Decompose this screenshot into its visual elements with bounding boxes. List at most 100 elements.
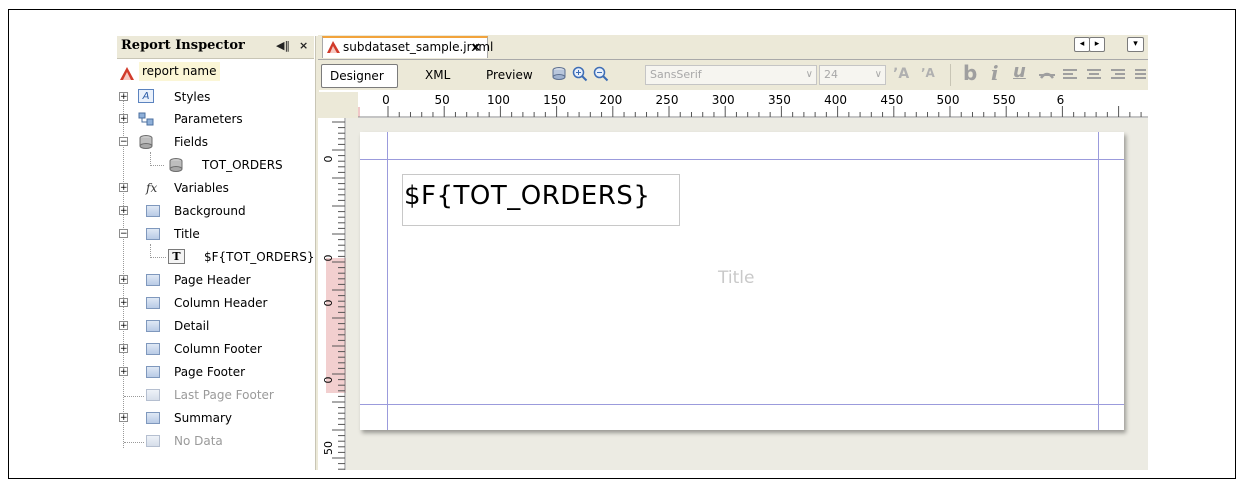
tree-item-label: Variables [174,181,229,195]
ruler-tick-label: 150 [543,93,566,107]
align-left-icon[interactable] [1062,69,1078,81]
tree-item-label: Page Header [174,273,251,287]
ruler-tick-label: 100 [487,93,510,107]
tree-connector [150,244,151,258]
expand-icon[interactable]: + [119,321,128,331]
report-icon [120,67,134,80]
ruler-tick-label: 200 [599,93,622,107]
tab-xml[interactable]: XML [417,64,458,88]
close-tab-button[interactable]: × [471,40,481,54]
collapse-icon[interactable]: − [119,229,128,239]
tree-item-label: Column Footer [174,342,262,356]
font-size-value: 24 [824,68,838,81]
band-icon [146,320,160,332]
font-size-select[interactable]: 24 ∨ [819,65,886,85]
decrease-font-size-icon[interactable]: ʼA [921,66,935,80]
function-icon: fx [146,181,158,195]
ruler-tick-label: 0 [322,377,335,384]
strikethrough-icon[interactable] [1038,68,1056,82]
database-toolbar-icon[interactable] [551,66,567,82]
ruler-tick-label: 6 [1057,93,1065,107]
expand-icon[interactable]: + [119,183,128,193]
ruler-tick-label: 550 [993,93,1016,107]
font-name-select[interactable]: SansSerif ∨ [645,65,817,85]
tree-item-label: Title [174,227,200,241]
tree-connector [150,152,151,166]
tree-item-label: Styles [174,90,211,104]
tree-item-label: Summary [174,411,232,425]
band-name-label: Title [718,268,755,288]
band-icon [146,366,160,378]
tree-item-label: No Data [174,434,223,448]
ruler-tick-label: 250 [656,93,679,107]
expand-icon[interactable]: + [119,114,128,124]
ruler-tick-label: 0 [322,156,335,163]
band-icon [146,412,160,424]
increase-font-size-icon[interactable]: ʼA [893,66,909,82]
ruler-tick-label: 350 [768,93,791,107]
tree-item-label: Last Page Footer [174,388,274,402]
inspector-title: Report Inspector [121,38,245,53]
zoom-out-icon[interactable] [593,66,609,82]
band-icon [146,389,160,401]
tree-item-label: Parameters [174,112,243,126]
ruler-tick-label: 400 [824,93,847,107]
close-panel-button[interactable]: × [299,39,308,52]
scroll-tabs-right-icon[interactable]: ▸ [1089,37,1105,52]
text-field-icon: T [168,249,185,264]
tree-connector [150,165,164,166]
ruler-corner [318,92,358,118]
tree-item-label: Detail [174,319,210,333]
ruler-tick-label: 0 [322,255,335,262]
expand-icon[interactable]: + [119,367,128,377]
toolbar-divider [950,64,951,86]
align-justify-icon[interactable] [1134,69,1146,81]
collapse-icon[interactable]: − [119,137,128,147]
margin-guide-top [360,159,1124,160]
band-icon [146,205,160,217]
report-icon [327,41,340,53]
text-field-expression: $F{TOT_ORDERS} [404,181,651,211]
band-icon [146,435,160,447]
expand-icon[interactable]: + [119,275,128,285]
ruler-tick-label: 50 [322,441,335,455]
tree-connector [150,257,166,258]
vertical-ruler: 0 0 0 0 50 [318,118,346,470]
font-name-value: SansSerif [650,68,702,81]
vertical-ruler-scale: 0 0 0 0 50 [322,118,346,470]
ruler-tick-label: 50 [435,93,450,107]
tree-item-label: Column Header [174,296,268,310]
ruler-tick-label: 500 [937,93,960,107]
minimize-panel-button[interactable]: ◀‖ [276,39,290,52]
tab-list-dropdown-icon[interactable]: ▾ [1127,37,1144,52]
expand-icon[interactable]: + [119,92,128,102]
database-icon [139,135,153,149]
expand-icon[interactable]: + [119,413,128,423]
ruler-tick-label: 0 [382,93,390,107]
tree-item-label: Page Footer [174,365,246,379]
tree-item-label: Fields [174,135,208,149]
align-center-icon[interactable] [1086,69,1102,81]
zoom-in-icon[interactable] [572,66,588,82]
expand-icon[interactable]: + [119,344,128,354]
margin-guide-left [387,132,388,430]
horizontal-ruler: 0 50 100 150 200 250 300 350 400 450 500 550 6 [358,92,1148,118]
tree-connector [124,442,144,443]
band-icon [146,343,160,355]
tree-item-label: $F{TOT_ORDERS} [204,250,315,264]
scroll-tabs-left-icon[interactable]: ◂ [1074,37,1090,52]
expand-icon[interactable]: + [119,206,128,216]
tab-preview[interactable]: Preview [478,64,541,88]
band-icon [146,297,160,309]
bold-button[interactable]: b [963,61,977,85]
tab-designer[interactable]: Designer [321,64,398,88]
margin-guide-bottom [360,404,1124,405]
chevron-down-icon: ∨ [805,69,813,80]
styles-icon: A [138,89,154,103]
expand-icon[interactable]: + [119,298,128,308]
italic-button[interactable]: i [991,61,999,85]
band-icon [146,274,160,286]
align-right-icon[interactable] [1110,69,1126,81]
parameters-icon [138,112,154,126]
underline-button[interactable]: u [1013,61,1026,82]
